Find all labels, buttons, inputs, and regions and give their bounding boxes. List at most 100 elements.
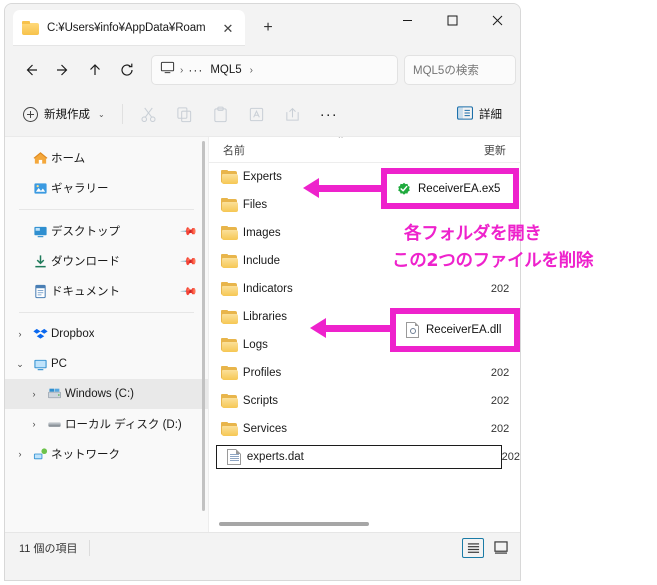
callout-receiverea-dll: ReceiverEA.dll (390, 308, 520, 352)
breadcrumb-overflow[interactable]: ··· (188, 63, 203, 77)
folder-icon (217, 198, 243, 212)
callout-receiverea-ex5: ReceiverEA.ex5 (381, 168, 519, 209)
chevron-right-icon[interactable]: › (25, 419, 43, 429)
view-toggles (462, 537, 512, 558)
new-button[interactable]: 新規作成 ⌄ (15, 99, 113, 129)
maximize-icon[interactable] (430, 4, 475, 36)
more-options-icon[interactable]: ··· (312, 99, 346, 129)
sidebar-item-label: ダウンロード (51, 256, 120, 268)
annotation-note-line-1: 各フォルダを開き (404, 224, 542, 244)
pin-icon[interactable]: 📌 (180, 252, 199, 270)
file-name: Services (242, 423, 288, 435)
sidebar-scrollbar[interactable] (200, 141, 207, 526)
back-icon[interactable] (15, 54, 47, 86)
column-header-name-label: 名前 (222, 144, 245, 157)
sidebar-scrollbar-thumb[interactable] (201, 141, 205, 511)
column-header-name[interactable]: 名前 ⌃ (209, 137, 484, 158)
home-icon (29, 151, 51, 166)
callout-dll-label: ReceiverEA.dll (426, 324, 502, 336)
sidebar-item-pc[interactable]: ⌄ PC (5, 349, 208, 379)
chevron-right-icon[interactable]: › (11, 449, 29, 459)
folder-icon (217, 226, 243, 240)
this-pc-icon[interactable] (160, 60, 175, 80)
annotation-arrow-experts (303, 178, 381, 199)
sidebar-item-label: デスクトップ (51, 226, 120, 238)
caret-placeholder: › (11, 226, 29, 236)
navigation-pane: › ホーム › ギャラリー › (5, 137, 209, 532)
arrow-shaft (317, 185, 381, 192)
gallery-icon (29, 181, 51, 196)
sidebar-item-desktop[interactable]: › デスクトップ 📌 (5, 216, 208, 246)
command-toolbar: 新規作成 ⌄ ··· 詳細 (5, 92, 520, 136)
sidebar-item-label: ドキュメント (51, 286, 120, 298)
plus-icon (23, 106, 38, 122)
sidebar-item-dropbox[interactable]: › Dropbox (5, 319, 208, 349)
address-bar[interactable]: › ··· MQL5 › (151, 55, 398, 85)
up-icon[interactable] (79, 54, 111, 86)
close-tab-icon[interactable]: ✕ (217, 17, 239, 39)
breadcrumb-mql5[interactable]: MQL5 (207, 64, 244, 76)
paste-icon[interactable] (204, 99, 238, 129)
table-row[interactable]: Scripts 202 (209, 387, 520, 415)
toolbar-divider (121, 104, 123, 124)
dropbox-icon (29, 327, 51, 342)
sidebar-item-label: ホーム (51, 153, 86, 165)
sidebar-item-gallery[interactable]: › ギャラリー (5, 173, 208, 203)
table-row[interactable]: Profiles 202 (209, 359, 520, 387)
folder-icon (217, 394, 243, 408)
details-button-label: 詳細 (479, 109, 502, 121)
file-modified: 202 (490, 283, 510, 295)
share-icon[interactable] (276, 99, 310, 129)
desktop-icon (29, 224, 51, 239)
details-button[interactable]: 詳細 (449, 99, 510, 129)
table-row[interactable]: Services 202 (209, 415, 520, 443)
column-header-modified[interactable]: 更新 (484, 142, 506, 158)
new-tab-button[interactable]: + (255, 15, 281, 41)
chevron-right-icon[interactable]: › (25, 389, 43, 399)
file-name: Scripts (242, 395, 279, 407)
pin-icon[interactable]: 📌 (180, 282, 199, 300)
sidebar-item-label: Windows (C:) (65, 388, 135, 400)
sidebar-item-network[interactable]: › ネットワーク (5, 439, 208, 469)
drive-icon (43, 417, 65, 432)
copy-icon[interactable] (168, 99, 202, 129)
sidebar-item-documents[interactable]: › ドキュメント 📌 (5, 276, 208, 306)
window-controls (385, 4, 520, 36)
file-list-scrollbar-thumb[interactable] (218, 522, 369, 526)
status-bar: 11 個の項目 (5, 532, 520, 562)
annotation-arrow-libraries (310, 318, 392, 339)
annotation-note-line-2: この2つのファイルを削除 (392, 251, 594, 271)
refresh-icon[interactable] (111, 54, 143, 86)
folder-icon (217, 170, 243, 184)
breadcrumb-separator-2[interactable]: › (249, 65, 254, 76)
table-row[interactable]: Indicators 202 (209, 275, 520, 303)
large-icons-view-toggle[interactable] (490, 538, 512, 558)
sidebar-item-downloads[interactable]: › ダウンロード 📌 (5, 246, 208, 276)
forward-icon[interactable] (47, 54, 79, 86)
explorer-tab[interactable]: C:¥Users¥info¥AppData¥Roam ✕ (13, 10, 245, 46)
title-bar: C:¥Users¥info¥AppData¥Roam ✕ + (5, 4, 520, 48)
details-view-toggle[interactable] (462, 537, 484, 558)
folder-icon (217, 366, 243, 380)
table-row[interactable]: experts.dat 202 (209, 443, 520, 471)
chevron-right-icon[interactable]: › (11, 329, 29, 339)
chevron-down-icon[interactable]: ⌄ (11, 359, 29, 370)
file-list-horizontal-scrollbar[interactable] (218, 520, 514, 528)
cut-icon[interactable] (132, 99, 166, 129)
navigation-bar: › ··· MQL5 › MQL5の検索 (5, 48, 520, 92)
file-name: Indicators (242, 283, 293, 295)
dat-file-icon (221, 449, 247, 465)
new-button-label: 新規作成 (44, 109, 90, 121)
minimize-icon[interactable] (385, 4, 430, 36)
caret-placeholder: › (11, 286, 29, 296)
callout-ex5-label: ReceiverEA.ex5 (418, 182, 501, 195)
close-icon[interactable] (475, 4, 520, 36)
search-box[interactable]: MQL5の検索 (404, 55, 516, 85)
pin-icon[interactable]: 📌 (180, 222, 199, 240)
sidebar-item-local-disk-d[interactable]: › ローカル ディスク (D:) (5, 409, 208, 439)
sidebar-item-home[interactable]: › ホーム (5, 143, 208, 173)
rename-icon[interactable] (240, 99, 274, 129)
search-placeholder: MQL5の検索 (413, 65, 479, 77)
details-icon (457, 105, 473, 123)
sidebar-item-windows-c[interactable]: › Windows (C:) (5, 379, 208, 409)
